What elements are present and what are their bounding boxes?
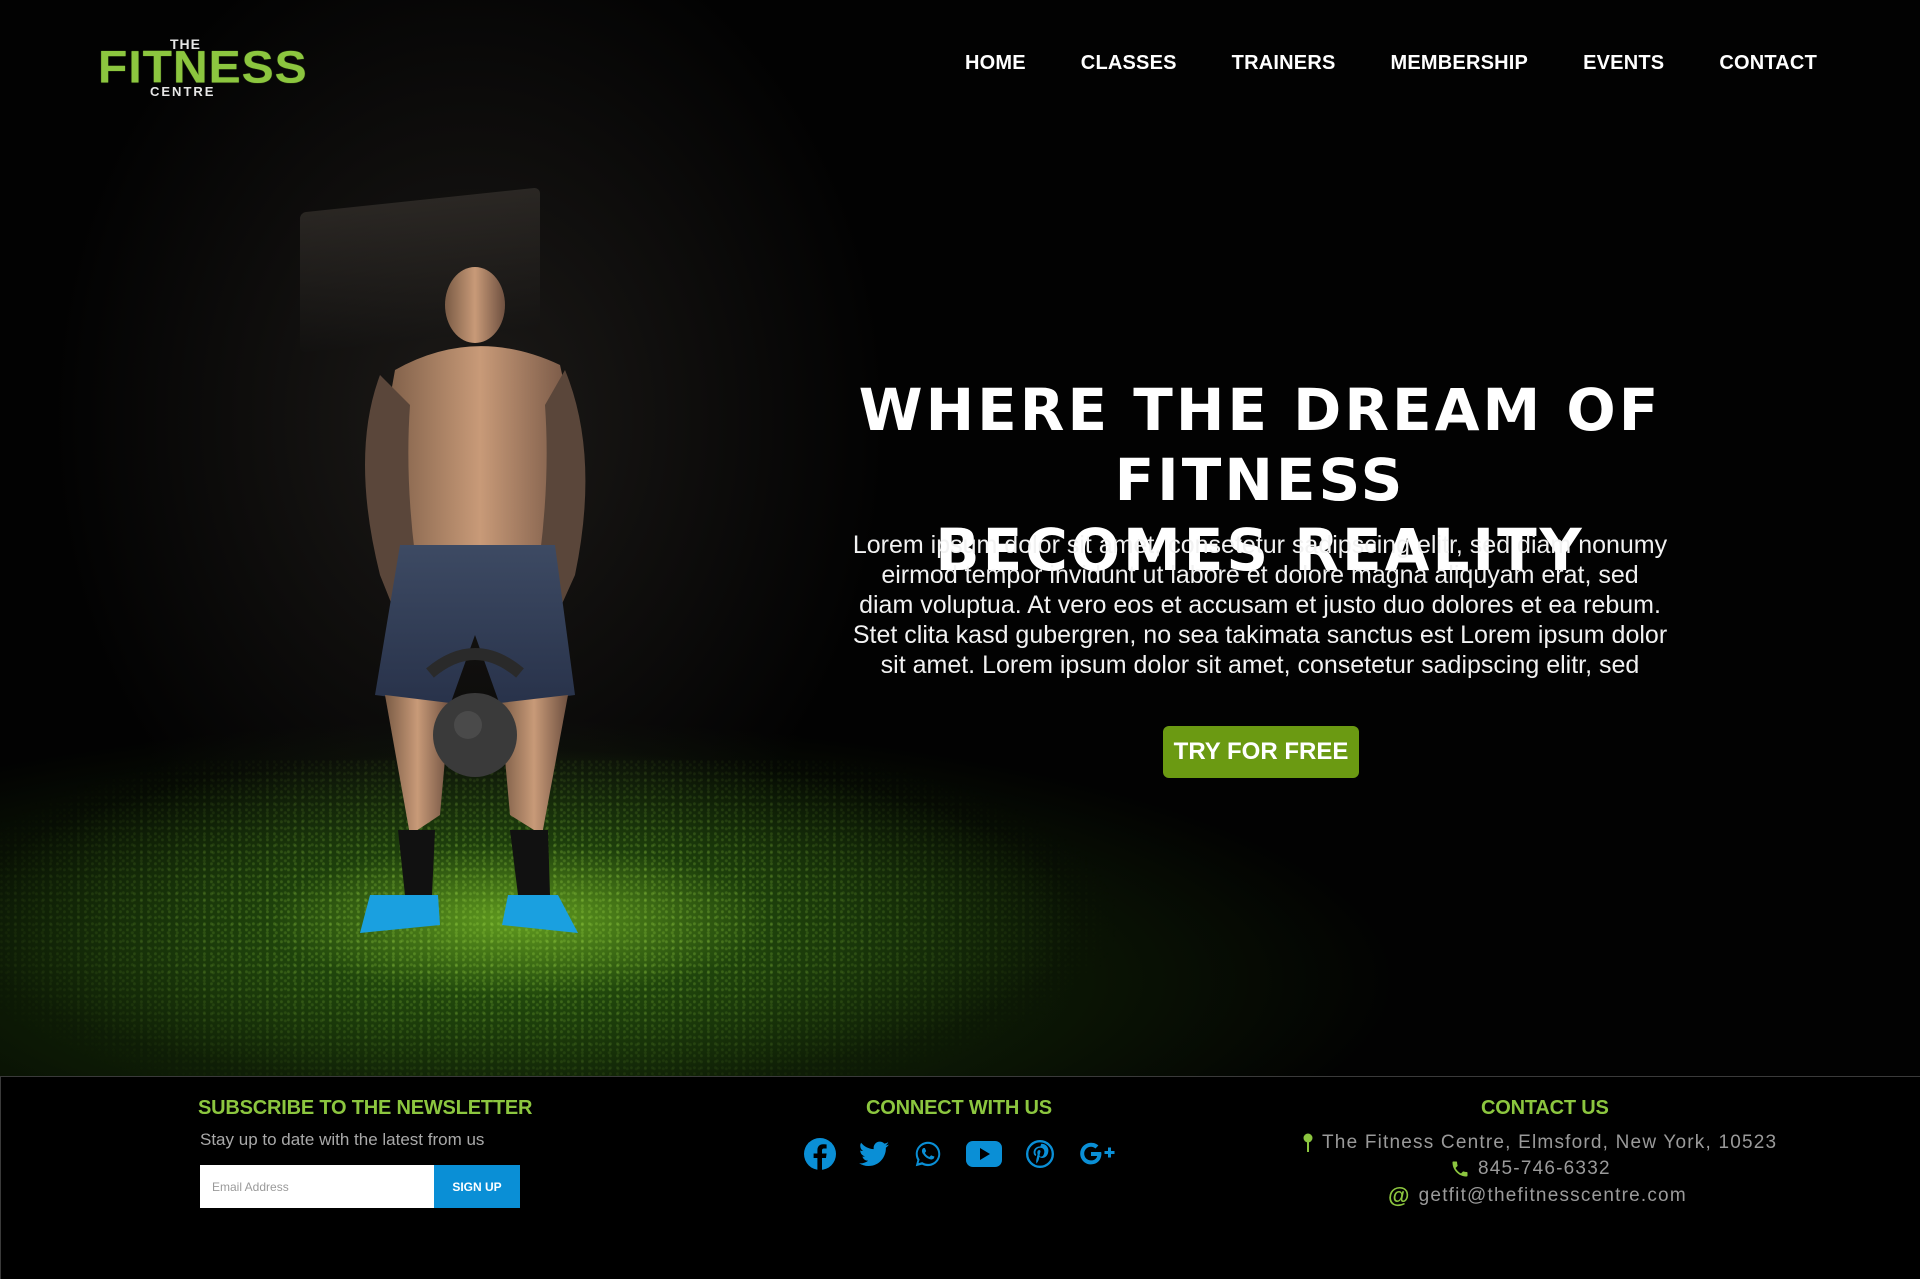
contact-address-text: The Fitness Centre, Elmsford, New York, … (1322, 1132, 1778, 1153)
nav-events[interactable]: EVENTS (1583, 52, 1664, 75)
youtube-icon[interactable] (966, 1138, 1002, 1170)
hero-description-line: diam voluptua. At vero eos et accusam et… (859, 591, 1661, 619)
social-icons (804, 1138, 1118, 1170)
nav-membership[interactable]: MEMBERSHIP (1391, 52, 1529, 75)
logo-centre: CENTRE (150, 84, 216, 99)
contact-email-text[interactable]: getfit@thefitnesscentre.com (1419, 1185, 1687, 1207)
contact-phone: 845-746-6332 (1450, 1158, 1611, 1180)
newsletter-form: SIGN UP (200, 1165, 520, 1208)
hero-description: Lorem ipsum dolor sit amet, consetetur s… (835, 530, 1685, 680)
at-sign-icon: @ (1388, 1183, 1411, 1208)
hero-title-line-1: WHERE THE DREAM OF FITNESS (858, 376, 1662, 514)
contact-phone-text: 845-746-6332 (1478, 1158, 1611, 1179)
hero-description-line: eirmod tempor invidunt ut labore et dolo… (881, 561, 1639, 589)
google-plus-icon[interactable] (1078, 1138, 1118, 1170)
contact-address: The Fitness Centre, Elmsford, New York, … (1302, 1132, 1777, 1154)
contact-email: @ getfit@thefitnesscentre.com (1388, 1183, 1687, 1209)
nav-home[interactable]: HOME (965, 52, 1026, 75)
twitter-icon[interactable] (858, 1138, 890, 1170)
try-for-free-button[interactable]: TRY FOR FREE (1163, 726, 1359, 778)
whatsapp-icon[interactable] (912, 1138, 944, 1170)
nav-classes[interactable]: CLASSES (1081, 52, 1177, 75)
email-address-input[interactable] (200, 1165, 434, 1208)
map-pin-icon (1302, 1133, 1314, 1153)
main-nav: HOME CLASSES TRAINERS MEMBERSHIP EVENTS … (965, 52, 1817, 75)
hero-section: THE FITNESS CENTRE HOME CLASSES TRAINERS… (0, 0, 1920, 1076)
brand-logo[interactable]: THE FITNESS CENTRE (98, 36, 307, 100)
hero-description-line: Stet clita kasd gubergren, no sea takima… (852, 621, 1668, 649)
pinterest-icon[interactable] (1024, 1138, 1056, 1170)
phone-icon (1450, 1159, 1470, 1179)
newsletter-heading: SUBSCRIBE TO THE NEWSLETTER (198, 1097, 533, 1119)
sign-up-button[interactable]: SIGN UP (434, 1165, 520, 1208)
hero-description-line: Lorem ipsum dolor sit amet, consetetur s… (852, 531, 1668, 559)
facebook-icon[interactable] (804, 1138, 836, 1170)
contact-heading: CONTACT US (1481, 1097, 1609, 1119)
nav-trainers[interactable]: TRAINERS (1232, 52, 1336, 75)
newsletter-subtext: Stay up to date with the latest from us (200, 1130, 485, 1149)
hero-description-line: sit amet. Lorem ipsum dolor sit amet, co… (880, 651, 1640, 679)
athlete-kettlebell-image (360, 267, 586, 933)
connect-heading: CONNECT WITH US (866, 1097, 1052, 1119)
nav-contact[interactable]: CONTACT (1719, 52, 1817, 75)
